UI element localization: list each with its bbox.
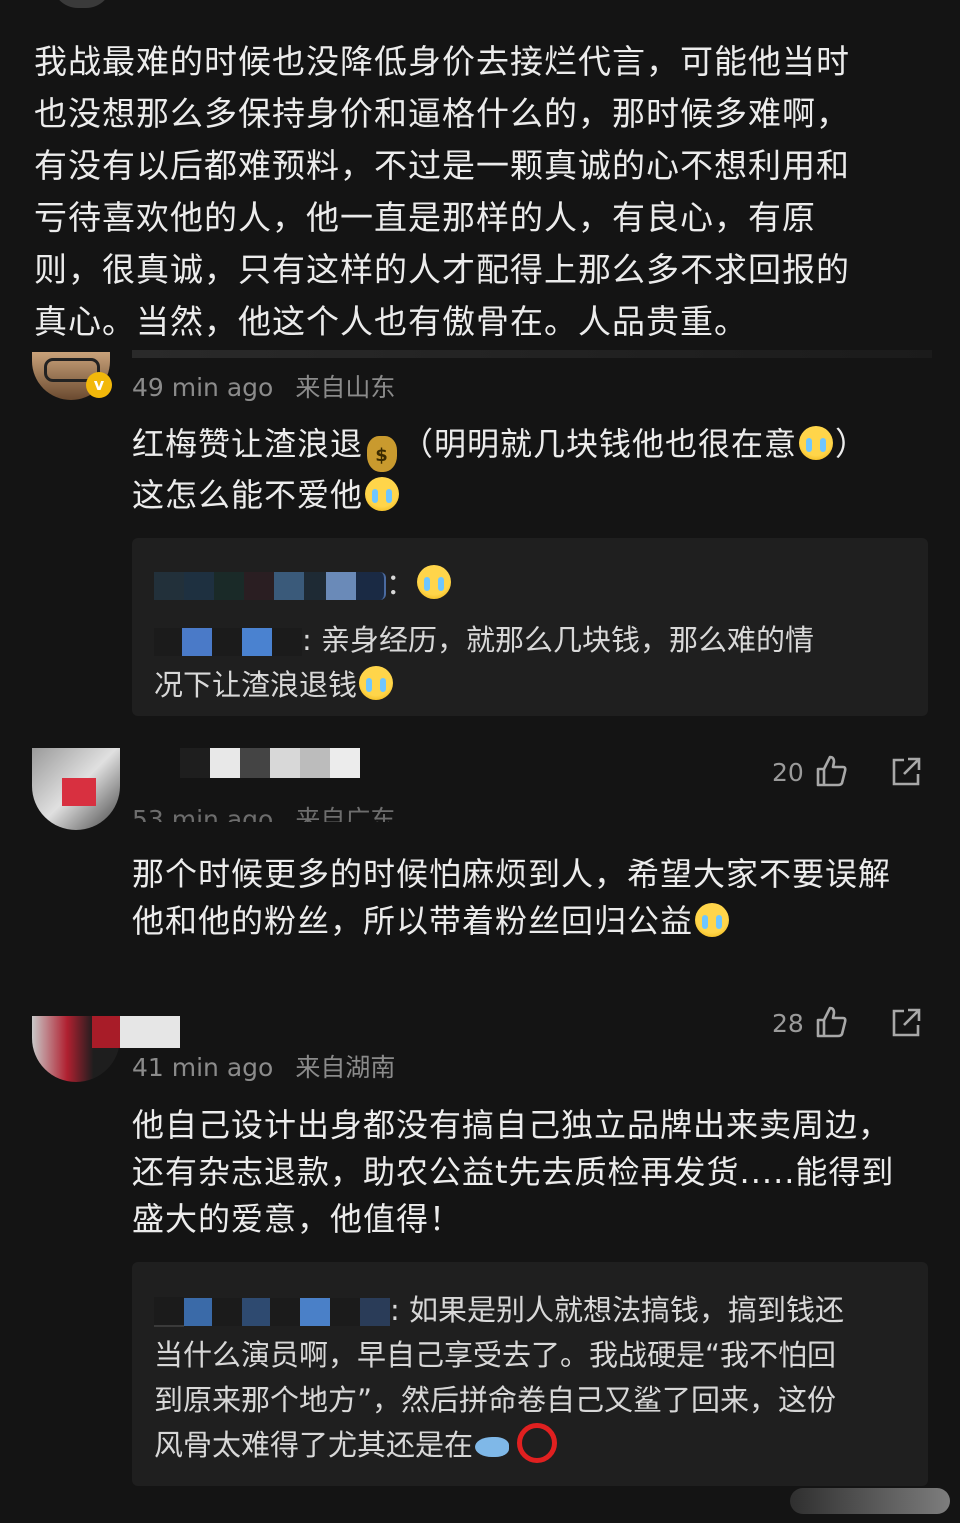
avatar-mosaic-red [62, 778, 96, 806]
comment-time: 41 min ago [132, 1053, 274, 1082]
top-comment-line: 则，很真诚，只有这样的人才配得上那么多不求回报的 [34, 250, 850, 289]
reply-line: 风骨太难得了尤其还是在 [154, 1423, 924, 1468]
top-comment-line: 亏待喜欢他的人，他一直是那样的人，有良心，有原 [34, 198, 816, 237]
comment-time: 49 min ago [132, 373, 274, 402]
comment-line: 还有杂志退款，助农公益t先去质检再发货.....能得到 [132, 1153, 895, 1191]
avatar[interactable] [32, 748, 120, 830]
comment-body: 红梅赞让渣浪退 $ （明明就几块钱他也很在意 ） 这怎么能不爱他 [132, 421, 922, 519]
crying-emoji-icon [359, 666, 394, 700]
username-obscured-bar [132, 350, 932, 358]
red-circle-icon [517, 1423, 558, 1463]
reply-text: 风骨太难得了尤其还是在 [154, 1428, 474, 1462]
thumbs-up-icon[interactable] [814, 1005, 848, 1039]
money-bag-icon: $ [367, 436, 398, 472]
comment-text: 这怎么能不爱他 [132, 476, 364, 514]
top-comment-line: 我战最难的时候也没降低身价去接烂代言，可能他当时 [34, 42, 850, 81]
like-count: 28 [772, 1009, 804, 1038]
comment-body: 他自己设计出身都没有搞自己独立品牌出来卖周边， 还有杂志退款，助农公益t先去质检… [132, 1102, 932, 1243]
comment-line: 他自己设计出身都没有搞自己独立品牌出来卖周边， [132, 1106, 892, 1144]
username-mosaic [154, 1293, 390, 1327]
crying-emoji-icon [417, 565, 452, 599]
comment-text: （明明就几块钱他也很在意 [401, 425, 798, 463]
share-icon[interactable] [890, 1007, 922, 1039]
reply-box[interactable]: : 如果是别人就想法搞钱，搞到钱还 当什么演员啊，早自己享受去了。我战硬是“我不… [132, 1262, 928, 1486]
username-mosaic [92, 1016, 180, 1048]
comment-text: ） [835, 425, 869, 463]
reply-text: : 亲身经历，就那么几块钱，那么难的情 [302, 623, 814, 657]
avatar-top-partial [52, 0, 112, 8]
reply-line: 当什么演员啊，早自己享受去了。我战硬是“我不怕回 [154, 1338, 837, 1372]
comment-line: 他和他的粉丝，所以带着粉丝回归公益 [132, 898, 932, 945]
crying-emoji-icon [365, 477, 400, 511]
top-comment-line: 有没有以后都难预料，不过是一颗真诚的心不想利用和 [34, 146, 850, 185]
reply-line: 到原来那个地方”，然后拼命卷自己又鲨了回来，这份 [154, 1383, 837, 1417]
like-count: 20 [772, 758, 804, 787]
share-icon[interactable] [890, 756, 922, 788]
comment-line: 那个时候更多的时候怕麻烦到人，希望大家不要误解 [132, 855, 892, 893]
comment-line: 盛大的爱意，他值得！ [132, 1200, 463, 1238]
reply-item: : 亲身经历，就那么几块钱，那么难的情 况下让渣浪退钱 [154, 618, 914, 708]
top-comment-text: 我战最难的时候也没降低身价去接烂代言，可能他当时 也没想那么多保持身价和逼格什么… [34, 36, 924, 348]
username-mosaic [180, 748, 360, 778]
reply-text: 况下让渣浪退钱 [154, 668, 358, 702]
top-comment-line: 真心。当然，他这个人也有傲骨在。人品贵重。 [34, 302, 748, 341]
comment-text: 他和他的粉丝，所以带着粉丝回归公益 [132, 902, 694, 940]
comment-meta: 49 min ago 来自山东 [132, 368, 395, 404]
reply-line: : 亲身经历，就那么几块钱，那么难的情 [154, 618, 914, 663]
comment-line: 这怎么能不爱他 [132, 472, 922, 519]
reply-box[interactable]: ： : 亲身经历，就那么几块钱，那么难的情 况下让渣浪退钱 [132, 538, 928, 716]
username-mosaic [154, 623, 302, 657]
reply-item: ： [154, 562, 453, 607]
reply-item: : 如果是别人就想法搞钱，搞到钱还 当什么演员啊，早自己享受去了。我战硬是“我不… [154, 1288, 924, 1468]
comment-time: 53 min ago [132, 805, 274, 822]
comment-body: 那个时候更多的时候怕麻烦到人，希望大家不要误解 他和他的粉丝，所以带着粉丝回归公… [132, 851, 932, 945]
verified-badge-icon: v [86, 372, 112, 398]
comment-location: 来自广东 [295, 805, 396, 822]
comment-meta: 41 min ago 来自湖南 [132, 1048, 395, 1084]
comment-location: 来自山东 [295, 373, 396, 402]
thumbs-up-icon[interactable] [814, 754, 848, 788]
comment-text: 红梅赞让渣浪退 [132, 425, 364, 463]
crying-emoji-icon [695, 903, 730, 937]
reply-line: : 如果是别人就想法搞钱，搞到钱还 [154, 1288, 924, 1333]
username-mosaic [154, 567, 386, 601]
fish-emoji-icon [475, 1437, 510, 1457]
comment-meta: 53 min ago 来自广东 [132, 800, 395, 822]
reply-line: 况下让渣浪退钱 [154, 663, 914, 708]
reply-text: ： [386, 567, 416, 601]
watermark-smudge [790, 1488, 950, 1514]
crying-emoji-icon [799, 426, 834, 460]
top-comment-line: 也没想那么多保持身价和逼格什么的，那时候多难啊， [34, 94, 850, 133]
comment-line: 红梅赞让渣浪退 $ （明明就几块钱他也很在意 ） [132, 421, 922, 472]
reply-text: : 如果是别人就想法搞钱，搞到钱还 [390, 1293, 844, 1327]
comment-location: 来自湖南 [295, 1053, 396, 1082]
